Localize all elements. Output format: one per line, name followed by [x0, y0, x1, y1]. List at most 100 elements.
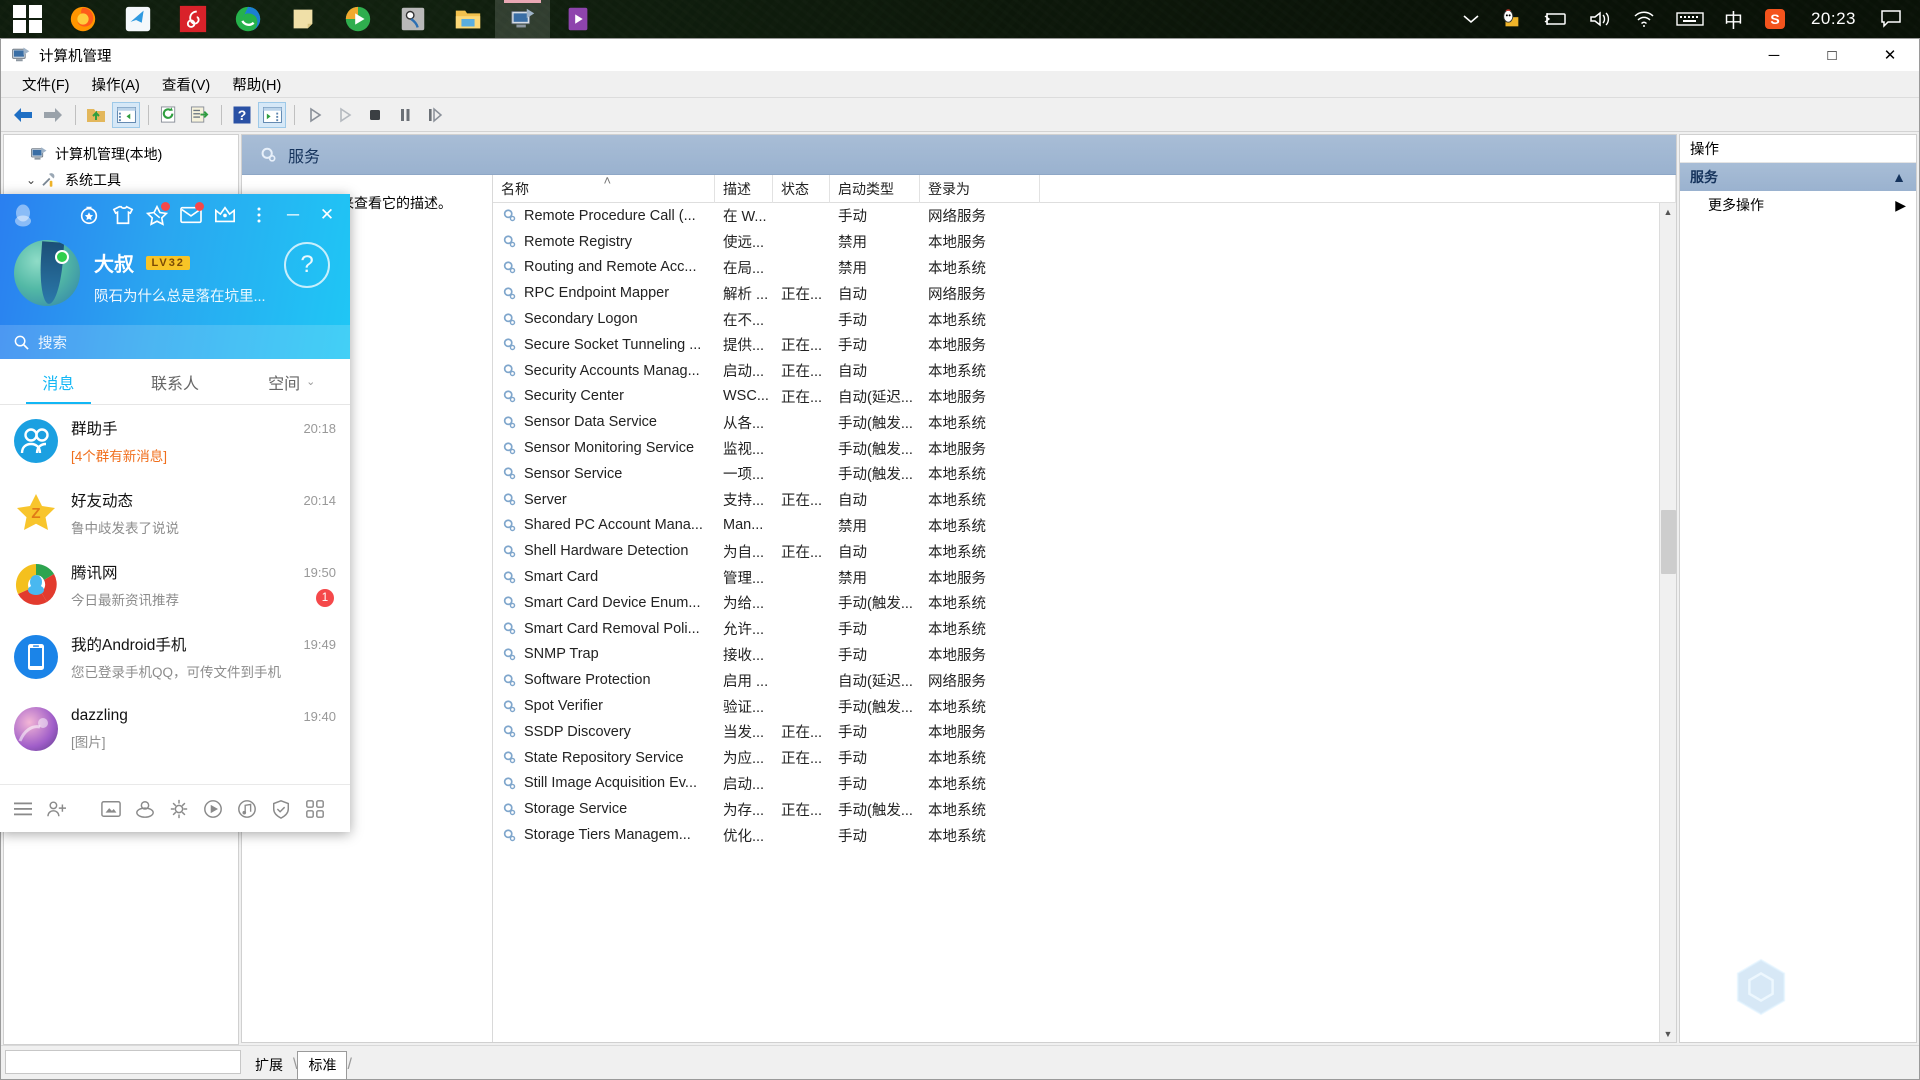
table-row[interactable]: Smart Card 管理... 禁用 本地服务: [493, 564, 1659, 590]
tray-clock[interactable]: 20:23: [1797, 0, 1870, 38]
search-input[interactable]: 搜索: [38, 332, 67, 353]
tab-messages[interactable]: 消息: [0, 359, 117, 404]
qq-mail-button[interactable]: [174, 194, 208, 236]
tab-contacts[interactable]: 联系人: [117, 359, 234, 404]
start-button[interactable]: [0, 0, 55, 38]
search-bar[interactable]: 搜索: [0, 325, 350, 359]
qq-nickname[interactable]: 大叔: [94, 248, 134, 277]
close-button[interactable]: ✕: [1861, 39, 1919, 71]
taskbar-file-explorer[interactable]: [440, 0, 495, 38]
taskbar-computer-management[interactable]: [495, 0, 550, 38]
qq-level-badge[interactable]: LV32: [146, 255, 190, 270]
table-row[interactable]: Routing and Remote Acc... 在局... 禁用 本地系统: [493, 255, 1659, 281]
back-button[interactable]: [9, 102, 37, 128]
scrollbar-track[interactable]: [1659, 220, 1676, 1025]
table-row[interactable]: Remote Registry 使远... 禁用 本地服务: [493, 229, 1659, 255]
tray-chevron-up[interactable]: [1452, 0, 1490, 38]
table-row[interactable]: Smart Card Device Enum... 为给... 手动(触发... 本地…: [493, 590, 1659, 616]
listview-rows[interactable]: Remote Procedure Call (... 在 W... 手动 网络服务 Re…: [493, 203, 1659, 1042]
refresh-button[interactable]: [155, 102, 183, 128]
tray-sogou-input[interactable]: S: [1753, 0, 1797, 38]
table-row[interactable]: SSDP Discovery 当发... 正在... 手动 本地服务: [493, 719, 1659, 745]
chevron-down-icon[interactable]: ⌄: [306, 375, 315, 388]
tray-ime-mode[interactable]: 中: [1714, 0, 1753, 38]
table-row[interactable]: Sensor Data Service 从各... 手动(触发... 本地系统: [493, 409, 1659, 435]
table-row[interactable]: Sensor Monitoring Service 监视... 手动(触发... 本地…: [493, 435, 1659, 461]
tray-volume[interactable]: [1578, 0, 1622, 38]
menu-file[interactable]: 文件(F): [11, 71, 81, 98]
qq-vip-button[interactable]: [208, 194, 242, 236]
chevron-up-icon[interactable]: ▲: [1892, 169, 1906, 185]
show-hide-tree-button[interactable]: [112, 101, 140, 128]
menu-view[interactable]: 查看(V): [151, 71, 221, 98]
resume-service-button[interactable]: [331, 102, 359, 128]
table-row[interactable]: RPC Endpoint Mapper 解析 ... 正在... 自动 网络服务: [493, 280, 1659, 306]
scrollbar-thumb[interactable]: [1660, 509, 1676, 575]
qq-more-options-button[interactable]: [242, 194, 276, 236]
tray-keyboard[interactable]: [1666, 0, 1714, 38]
tree-item-computer-management[interactable]: 计算机管理(本地): [4, 141, 238, 167]
up-folder-button[interactable]: [82, 102, 110, 128]
tray-notification-center[interactable]: [1870, 0, 1912, 38]
maximize-button[interactable]: □: [1803, 39, 1861, 71]
table-row[interactable]: Shell Hardware Detection 为自... 正在... 自动 本地系统: [493, 538, 1659, 564]
taskbar-screenshot-tool[interactable]: [385, 0, 440, 38]
tree-twisty[interactable]: ⌄: [22, 173, 40, 187]
qq-service-button[interactable]: [162, 785, 196, 833]
table-row[interactable]: Software Protection 启用 ... 自动(延迟... 网络服务: [493, 667, 1659, 693]
taskbar-browser-green[interactable]: [220, 0, 275, 38]
table-row[interactable]: Security Accounts Manag... 启动... 正在... 自动 本地…: [493, 358, 1659, 384]
menu-help[interactable]: 帮助(H): [221, 71, 292, 98]
help-button[interactable]: ?: [284, 242, 330, 288]
tab-standard[interactable]: 标准: [297, 1051, 348, 1079]
avatar[interactable]: [14, 240, 80, 306]
scroll-down-arrow[interactable]: ▼: [1659, 1025, 1676, 1042]
taskbar-video-player[interactable]: [550, 0, 605, 38]
add-friend-button[interactable]: [40, 785, 74, 833]
tab-qzone[interactable]: 空间 ⌄: [233, 359, 350, 404]
taskbar-app-blue-bird[interactable]: [110, 0, 165, 38]
tray-battery[interactable]: [1532, 0, 1578, 38]
column-header-name[interactable]: ˄ 名称: [493, 175, 715, 203]
menu-action[interactable]: 操作(A): [81, 71, 151, 98]
taskbar-notepad[interactable]: [275, 0, 330, 38]
qq-signature[interactable]: 陨石为什么总是落在坑里...: [94, 285, 266, 306]
shield-guard-button[interactable]: [264, 785, 298, 833]
actions-group-services[interactable]: 服务 ▲: [1680, 163, 1916, 191]
video-button[interactable]: [196, 785, 230, 833]
table-row[interactable]: Spot Verifier 验证... 手动(触发... 本地系统: [493, 693, 1659, 719]
start-service-button[interactable]: [301, 102, 329, 128]
table-row[interactable]: Secure Socket Tunneling ... 提供... 正在... 手动 本…: [493, 332, 1659, 358]
action-more-actions[interactable]: 更多操作 ▶: [1680, 191, 1916, 219]
table-row[interactable]: Shared PC Account Mana... Man... 禁用 本地系统: [493, 513, 1659, 539]
pause-service-button[interactable]: [391, 102, 419, 128]
table-row[interactable]: Smart Card Removal Poli... 允许... 手动 本地系统: [493, 616, 1659, 642]
minimize-button[interactable]: ─: [1745, 39, 1803, 71]
tray-qq-penguin[interactable]: [1490, 0, 1532, 38]
app-grid-button[interactable]: [298, 785, 332, 833]
qq-dressup-button[interactable]: [106, 194, 140, 236]
list-item[interactable]: dazzling [图片] 19:40: [0, 693, 350, 765]
file-transfer-button[interactable]: [128, 785, 162, 833]
export-list-button[interactable]: [185, 102, 213, 128]
tab-extended[interactable]: 扩展: [245, 1052, 293, 1079]
table-row[interactable]: Security Center WSC... 正在... 自动(延迟... 本地服务: [493, 384, 1659, 410]
list-item[interactable]: 群助手 [4个群有新消息] 20:18: [0, 405, 350, 477]
tree-item-system-tools[interactable]: ⌄ 系统工具: [4, 167, 238, 193]
taskbar-firefox[interactable]: [55, 0, 110, 38]
qq-minimize-button[interactable]: ─: [276, 194, 310, 236]
column-header-status[interactable]: 状态: [773, 175, 830, 203]
show-action-pane-button[interactable]: [258, 101, 286, 128]
help-button[interactable]: ?: [228, 102, 256, 128]
table-row[interactable]: State Repository Service 为应... 正在... 手动 本地系统: [493, 745, 1659, 771]
qq-medal-button[interactable]: [72, 194, 106, 236]
tray-wifi[interactable]: [1622, 0, 1666, 38]
qq-music-button[interactable]: [230, 785, 264, 833]
table-row[interactable]: Storage Tiers Managem... 优化... 手动 本地系统: [493, 822, 1659, 848]
qq-favorites-button[interactable]: [140, 194, 174, 236]
column-header-description[interactable]: 描述: [715, 175, 773, 203]
restart-service-button[interactable]: [421, 102, 449, 128]
table-row[interactable]: Remote Procedure Call (... 在 W... 手动 网络服务: [493, 203, 1659, 229]
main-menu-button[interactable]: [6, 785, 40, 833]
listview-scrollbar[interactable]: ▲ ▼: [1659, 203, 1676, 1042]
